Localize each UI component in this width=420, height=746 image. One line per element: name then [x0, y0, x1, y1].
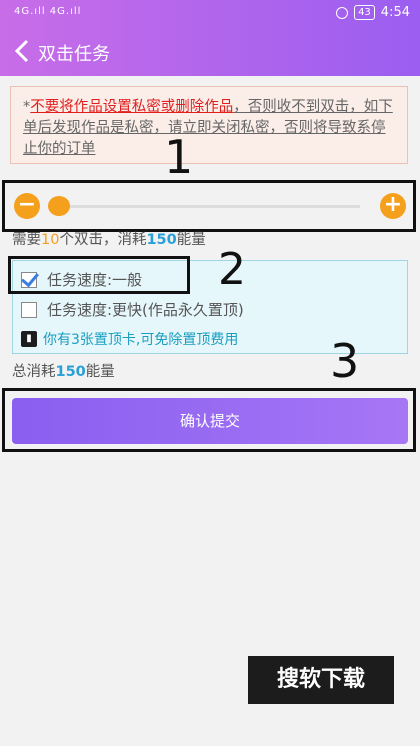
minus-button[interactable]: −	[14, 193, 40, 219]
watermark: 搜软下载	[248, 656, 394, 704]
signal-indicator: 4G.ıll 4G.ıll	[14, 6, 82, 17]
cost-summary: 需要10个双击，消耗150能量	[12, 228, 206, 249]
app-bar: 双击任务	[0, 28, 420, 76]
status-bar: 4G.ıll 4G.ıll 43 4:54	[0, 0, 420, 28]
need-count: 10	[41, 232, 60, 248]
pin-card-notice: ▮ 你有3张置顶卡,可免除置顶费用	[21, 329, 238, 349]
total-energy: 150	[55, 364, 86, 380]
annotation-3: 3	[330, 334, 360, 388]
need-energy: 150	[146, 232, 177, 248]
battery-indicator: 43	[354, 5, 375, 20]
quantity-slider[interactable]: − +	[0, 180, 420, 230]
highlight-box-2	[8, 256, 190, 294]
warning-notice: *不要将作品设置私密或删除作品，否则收不到双击，如下单后发现作品是私密，请立即关…	[10, 86, 408, 164]
need-prefix: 需要	[12, 232, 41, 248]
back-arrow-icon[interactable]	[8, 36, 38, 66]
option-faster-speed[interactable]: 任务速度:更快(作品永久置顶)	[21, 299, 244, 320]
submit-button[interactable]: 确认提交	[12, 398, 408, 444]
need-mid: 个双击，消耗	[59, 232, 147, 248]
card-icon: ▮	[21, 331, 37, 347]
slider-handle[interactable]	[48, 196, 70, 216]
annotation-1: 1	[164, 130, 194, 184]
plus-button[interactable]: +	[380, 193, 406, 219]
total-prefix: 总消耗	[12, 364, 56, 380]
pin-card-text: 你有3张置顶卡,可免除置顶费用	[43, 332, 239, 348]
option-label: 任务速度:更快(作品永久置顶)	[47, 301, 244, 319]
annotation-2: 2	[218, 244, 246, 295]
clock: 4:54	[380, 5, 410, 20]
total-suffix: 能量	[85, 364, 115, 380]
warning-highlight: 不要将作品设置私密或删除作品	[30, 99, 234, 115]
page-title: 双击任务	[38, 44, 110, 65]
slider-track[interactable]	[48, 205, 360, 208]
need-suffix: 能量	[176, 232, 206, 248]
checkbox-unchecked[interactable]	[21, 301, 37, 318]
alarm-icon	[336, 6, 349, 19]
total-cost: 总消耗150能量	[12, 360, 115, 381]
